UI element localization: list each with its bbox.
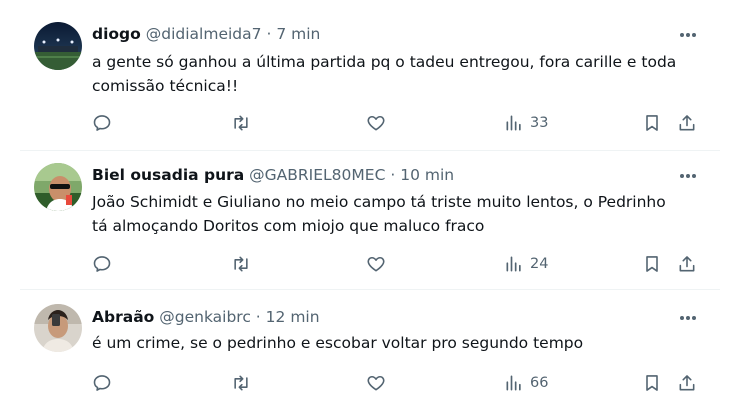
tweet-text: é um crime, se o pedrinho e escobar volt… — [92, 331, 712, 355]
bookmark-button[interactable] — [642, 252, 662, 276]
tweet-text: a gente só ganhou a última partida pq o … — [92, 50, 712, 98]
views-button[interactable]: 24 — [504, 252, 548, 276]
share-button[interactable] — [677, 111, 697, 135]
display-name[interactable]: Biel ousadia pura — [92, 166, 244, 184]
share-icon — [679, 375, 695, 391]
avatar[interactable] — [34, 163, 82, 211]
share-button[interactable] — [677, 371, 697, 395]
retweet-button[interactable] — [230, 371, 252, 395]
tweet-text-line: comissão técnica!! — [92, 77, 239, 95]
retweet-button[interactable] — [230, 111, 252, 135]
user-handle[interactable]: @GABRIEL80MEC — [249, 166, 385, 184]
reply-button[interactable] — [92, 371, 112, 395]
retweet-icon — [234, 256, 248, 272]
retweet-button[interactable] — [230, 252, 252, 276]
more-icon[interactable] — [680, 166, 696, 186]
person-sunglasses-avatar-image — [34, 163, 82, 211]
reply-button[interactable] — [92, 111, 112, 135]
display-name[interactable]: diogo — [92, 25, 141, 43]
retweet-icon — [234, 375, 248, 391]
share-icon — [679, 256, 695, 272]
user-handle[interactable]: @genkaibrc — [159, 308, 251, 326]
tweet-header: diogo @didialmeida7 · 7 min — [92, 24, 320, 44]
timestamp[interactable]: 12 min — [266, 308, 320, 326]
tweet[interactable]: diogo @didialmeida7 · 7 min a gente só g… — [0, 0, 740, 150]
tweet[interactable]: Abraão @genkaibrc · 12 min é um crime, s… — [0, 290, 740, 416]
like-button[interactable] — [366, 111, 386, 135]
tweet-feed: diogo @didialmeida7 · 7 min a gente só g… — [0, 0, 740, 416]
separator-dot: · — [266, 25, 272, 43]
tweet-text-line: é um crime, se o pedrinho e escobar volt… — [92, 334, 584, 352]
share-icon — [679, 115, 695, 131]
bookmark-icon — [646, 115, 658, 131]
tweet-actions: 66 — [0, 371, 740, 395]
tweet[interactable]: Biel ousadia pura @GABRIEL80MEC · 10 min… — [0, 151, 740, 289]
like-icon — [367, 375, 385, 391]
tweet-text: João Schimidt e Giuliano no meio campo t… — [92, 190, 712, 238]
share-button[interactable] — [677, 252, 697, 276]
views-icon — [506, 375, 521, 391]
tweet-header: Abraão @genkaibrc · 12 min — [92, 307, 320, 327]
bookmark-button[interactable] — [642, 111, 662, 135]
reply-icon — [93, 256, 111, 272]
user-handle[interactable]: @didialmeida7 — [146, 25, 262, 43]
views-button[interactable]: 66 — [504, 371, 548, 395]
views-button[interactable]: 33 — [504, 111, 548, 135]
timestamp[interactable]: 10 min — [400, 166, 454, 184]
tweet-header: Biel ousadia pura @GABRIEL80MEC · 10 min — [92, 165, 454, 185]
like-button[interactable] — [366, 252, 386, 276]
like-icon — [367, 256, 385, 272]
more-icon[interactable] — [680, 25, 696, 45]
avatar[interactable] — [34, 304, 82, 352]
timestamp[interactable]: 7 min — [276, 25, 320, 43]
reply-button[interactable] — [92, 252, 112, 276]
views-count: 24 — [530, 256, 549, 272]
separator-dot: · — [255, 308, 261, 326]
tweet-actions: 33 — [0, 111, 740, 135]
bookmark-icon — [646, 375, 658, 391]
retweet-icon — [234, 115, 248, 131]
avatar[interactable] — [34, 22, 82, 70]
views-count: 66 — [530, 375, 549, 391]
reply-icon — [93, 115, 111, 131]
tweet-text-line: a gente só ganhou a última partida pq o … — [92, 53, 677, 71]
like-icon — [367, 115, 385, 131]
tweet-text-line: tá almoçando Doritos com miojo que maluc… — [92, 217, 485, 235]
bookmark-button[interactable] — [642, 371, 662, 395]
separator-dot: · — [390, 166, 396, 184]
views-count: 33 — [530, 115, 549, 131]
views-icon — [506, 256, 521, 272]
reply-icon — [93, 375, 111, 391]
tweet-actions: 24 — [0, 252, 740, 276]
more-icon[interactable] — [680, 308, 696, 328]
views-icon — [506, 115, 521, 131]
person-selfie-avatar-image — [34, 304, 82, 352]
night-stadium-avatar-image — [34, 22, 82, 70]
display-name[interactable]: Abraão — [92, 308, 154, 326]
like-button[interactable] — [366, 371, 386, 395]
bookmark-icon — [646, 256, 658, 272]
tweet-text-line: João Schimidt e Giuliano no meio campo t… — [92, 193, 666, 211]
